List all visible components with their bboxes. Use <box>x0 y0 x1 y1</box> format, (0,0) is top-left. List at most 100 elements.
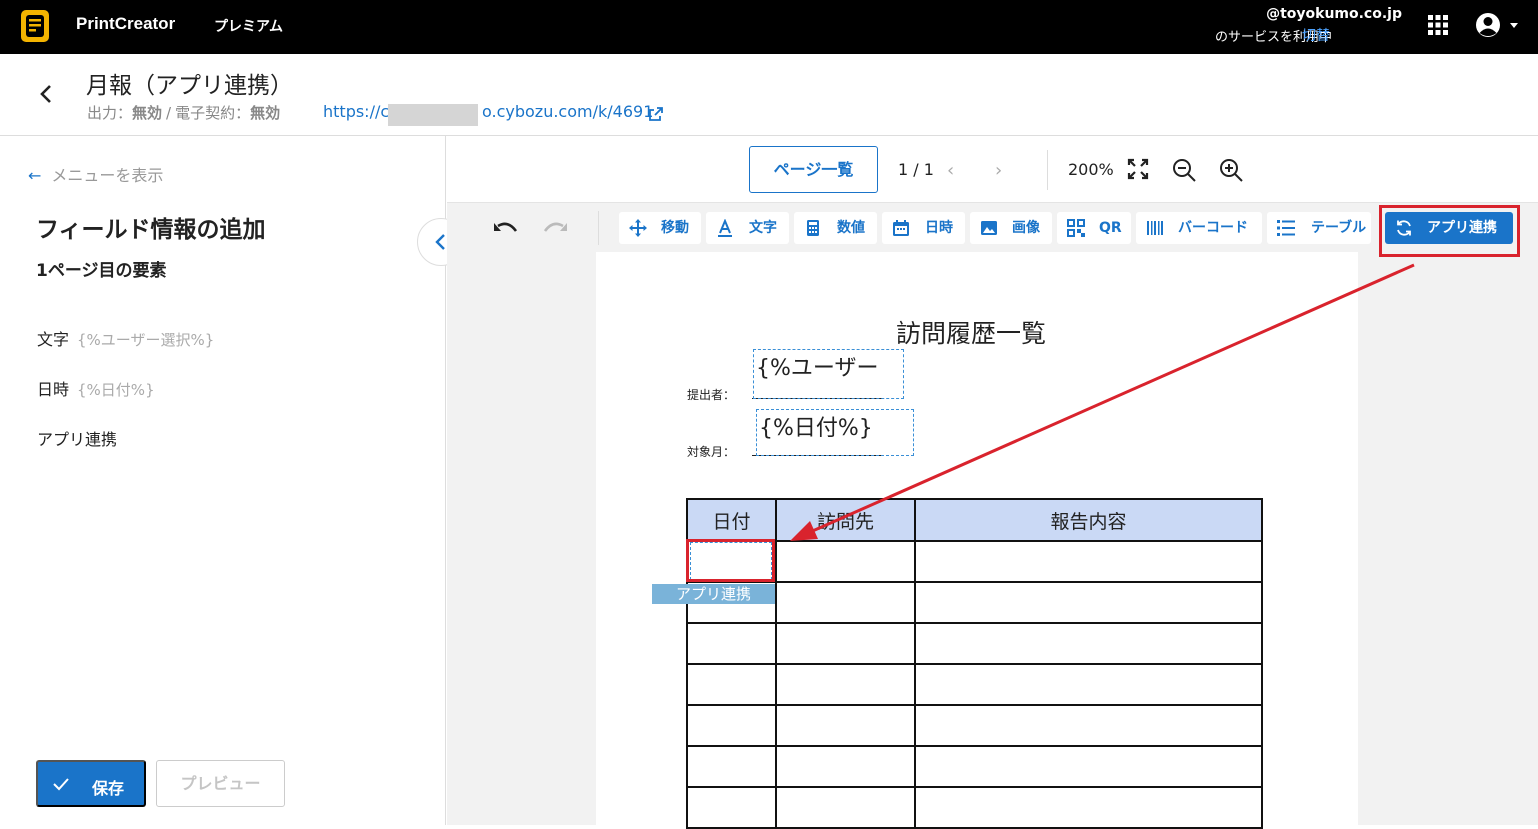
preview-button[interactable]: プレビュー <box>156 760 285 807</box>
table-row <box>686 663 1263 706</box>
arrow-left-icon: ← <box>28 166 42 185</box>
output-value: 無効 <box>132 104 163 122</box>
table-cell[interactable] <box>686 745 777 788</box>
text-tool-button[interactable]: 文字 <box>706 212 789 244</box>
table-icon <box>1277 220 1295 236</box>
table-cell[interactable] <box>914 663 1263 706</box>
table-cell[interactable] <box>775 581 916 624</box>
table-header-date: 日付 <box>686 498 777 542</box>
next-page-icon[interactable]: › <box>995 160 1002 181</box>
table-row <box>686 745 1263 788</box>
show-menu-label: メニューを表示 <box>51 166 164 185</box>
switch-account-link[interactable]: 切替 <box>1302 25 1330 45</box>
editor-canvas: ページ一覧 1 / 1 ‹ › 200% 移動 文字 数値 日時 画像 QR バ… <box>447 136 1538 829</box>
save-label: 保存 <box>92 781 125 798</box>
page-list-button[interactable]: ページ一覧 <box>749 146 878 193</box>
brand-name: PrintCreator <box>76 14 176 33</box>
prev-page-icon[interactable]: ‹ <box>947 160 954 181</box>
account-domain: @toyokumo.co.jp <box>1266 6 1402 22</box>
table-row <box>686 786 1263 829</box>
document-header: 月報（アプリ連携） 出力：無効 / 電子契約：無効 https://c o.cybo… <box>0 54 1538 136</box>
table-cell[interactable] <box>775 745 916 788</box>
page-indicator: 1 / 1 <box>898 160 934 179</box>
fit-screen-icon[interactable] <box>1127 158 1149 180</box>
barcode-icon <box>1147 221 1163 235</box>
table-cell[interactable] <box>775 786 916 829</box>
move-icon <box>629 219 647 237</box>
month-field-placeholder[interactable]: {%日付%} <box>756 409 914 456</box>
printcreator-logo[interactable] <box>18 8 54 44</box>
document-status: 出力：無効 / 電子契約：無効 <box>87 104 281 122</box>
table-cell[interactable] <box>775 663 916 706</box>
image-label: 画像 <box>1012 220 1040 236</box>
field-label: 文字 <box>37 330 70 349</box>
table-header-report: 報告内容 <box>914 498 1263 542</box>
table-cell[interactable] <box>914 540 1263 583</box>
barcode-tool-button[interactable]: バーコード <box>1136 212 1262 244</box>
back-chevron-icon[interactable] <box>36 82 56 106</box>
datetime-label: 日時 <box>925 220 953 236</box>
document-page: 訪問履歴一覧 提出者： {%ユーザー 対象月： {%日付%} 日付 訪問先 報告… <box>596 252 1358 829</box>
annotation-highlight-toolbar <box>1379 205 1520 257</box>
field-item-text[interactable]: 文字 {%ユーザー選択%} <box>37 326 214 350</box>
redo-icon[interactable] <box>541 218 569 238</box>
image-tool-button[interactable]: 画像 <box>970 212 1052 244</box>
table-cell[interactable] <box>914 581 1263 624</box>
table-cell[interactable] <box>686 663 777 706</box>
datetime-tool-button[interactable]: 日時 <box>882 212 965 244</box>
field-item-date[interactable]: 日時 {%日付%} <box>37 376 155 400</box>
show-menu-link[interactable]: ← メニューを表示 <box>28 162 163 186</box>
viewer-nav: ページ一覧 1 / 1 ‹ › 200% <box>447 136 1538 203</box>
check-icon <box>53 778 69 791</box>
calendar-icon <box>893 220 909 236</box>
table-cell[interactable] <box>914 622 1263 665</box>
top-bar: PrintCreator プレミアム @toyokumo.co.jp のサービス… <box>0 0 1538 54</box>
field-label: アプリ連携 <box>37 430 118 449</box>
table-cell[interactable] <box>775 622 916 665</box>
contract-value: 無効 <box>250 104 281 122</box>
move-tool-button[interactable]: 移動 <box>619 212 701 244</box>
apps-grid-icon[interactable] <box>1426 13 1450 37</box>
barcode-label: バーコード <box>1178 220 1248 236</box>
zoom-out-icon[interactable] <box>1171 157 1197 183</box>
table-cell[interactable] <box>914 745 1263 788</box>
table-cell[interactable] <box>775 704 916 747</box>
zoom-in-icon[interactable] <box>1218 157 1244 183</box>
field-label: 日時 <box>37 380 70 399</box>
qr-tool-button[interactable]: QR <box>1057 212 1131 244</box>
sidebar-subtitle: 1ページ目の要素 <box>36 261 167 281</box>
month-label: 対象月： <box>687 445 736 459</box>
table-header-visit: 訪問先 <box>775 498 916 542</box>
plan-badge: プレミアム <box>214 19 284 35</box>
table-cell[interactable] <box>686 704 777 747</box>
field-value: {%ユーザー選択%} <box>77 331 215 349</box>
table-cell[interactable] <box>686 622 777 665</box>
sidebar-title: フィールド情報の追加 <box>36 217 266 243</box>
table-cell[interactable] <box>775 540 916 583</box>
table-cell[interactable] <box>686 786 777 829</box>
app-link-element-tag[interactable]: アプリ連携 <box>652 584 775 604</box>
table-header-row: 日付 訪問先 報告内容 <box>686 498 1263 542</box>
document-title: 月報（アプリ連携） <box>86 73 293 99</box>
table-cell[interactable] <box>914 786 1263 829</box>
number-tool-button[interactable]: 数値 <box>794 212 877 244</box>
app-url-link[interactable]: https://c <box>323 102 389 121</box>
sidebar: ← メニューを表示 フィールド情報の追加 1ページ目の要素 文字 {%ユーザー選択%… <box>0 136 446 825</box>
table-tool-button[interactable]: テーブル <box>1267 212 1371 244</box>
table-cell[interactable] <box>914 704 1263 747</box>
document-heading: 訪問履歴一覧 <box>896 319 1047 348</box>
submitter-label: 提出者： <box>687 388 736 402</box>
output-label: 出力： <box>87 104 133 122</box>
field-item-app-link[interactable]: アプリ連携 <box>37 426 117 450</box>
account-menu-icon[interactable] <box>1474 11 1520 39</box>
text-icon <box>718 219 732 237</box>
text-label: 文字 <box>749 220 777 236</box>
submitter-field-placeholder[interactable]: {%ユーザー <box>753 349 904 399</box>
save-button[interactable]: 保存 <box>36 760 146 807</box>
table-row <box>686 622 1263 665</box>
external-link-icon[interactable] <box>648 106 664 122</box>
divider <box>1047 150 1048 190</box>
app-url-link-suffix[interactable]: o.cybozu.com/k/4691 <box>482 102 653 121</box>
undo-icon[interactable] <box>492 218 520 238</box>
annotation-highlight-cell <box>686 539 775 582</box>
